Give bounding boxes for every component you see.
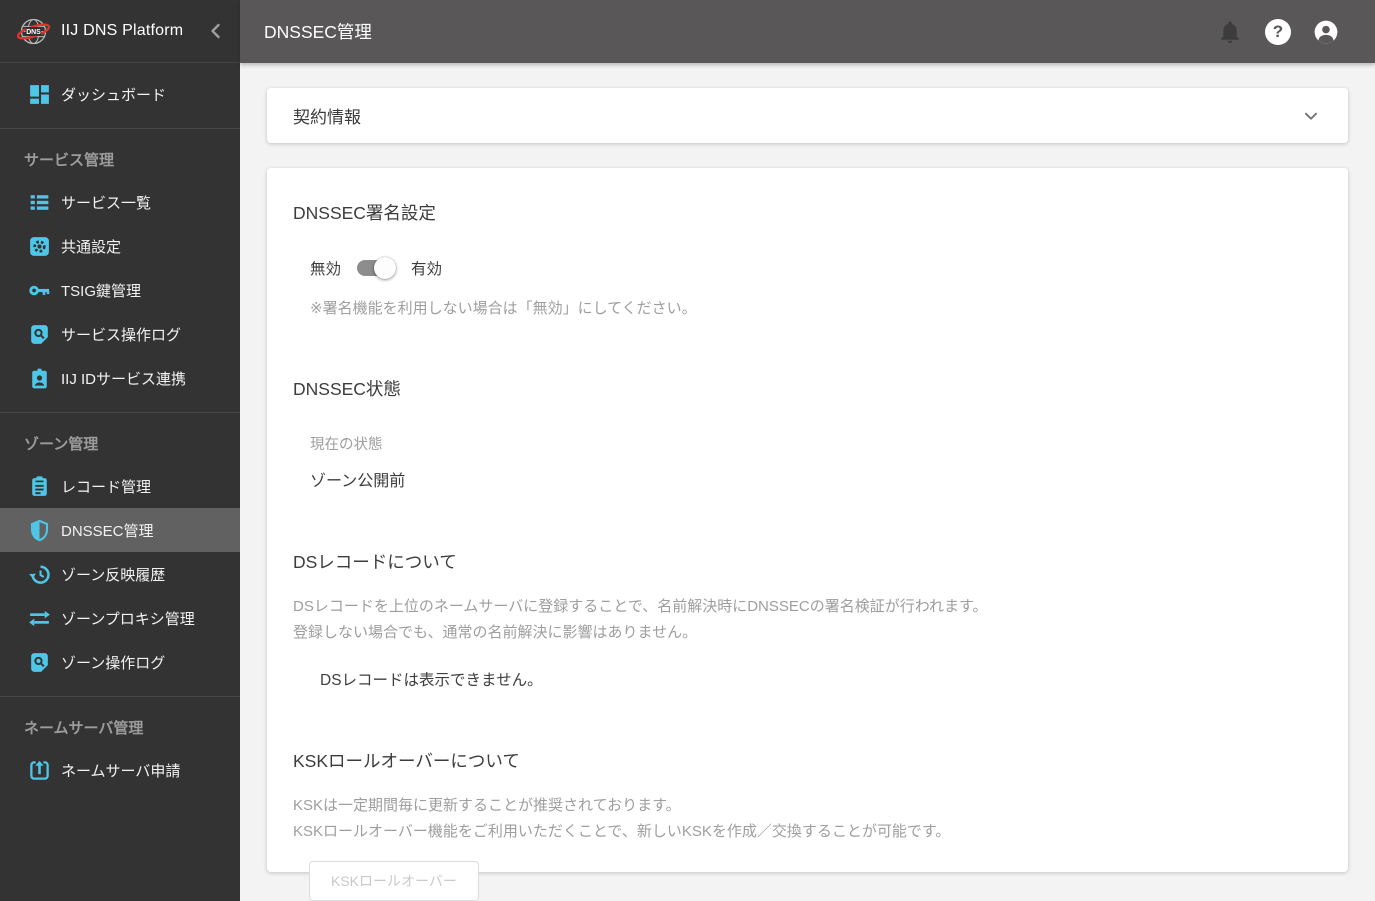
sidebar-item-label: TSIG鍵管理 [61, 282, 142, 300]
sidebar-item-nameserver-request[interactable]: ネームサーバ申請 [0, 748, 240, 792]
sidebar-item-record-mgmt[interactable]: レコード管理 [0, 464, 240, 508]
sidebar-item-service-list[interactable]: サービス一覧 [0, 180, 240, 224]
sidebar-item-label: 共通設定 [61, 238, 122, 256]
shield-icon [30, 519, 49, 541]
app-title: IIJ DNS Platform [61, 22, 184, 39]
signing-toggle-row: 無効 有効 [293, 257, 1322, 279]
help-icon[interactable]: ? [1265, 18, 1291, 45]
status-heading: DNSSEC状態 [293, 379, 401, 399]
sidebar-collapse-icon[interactable] [204, 19, 228, 43]
sidebar: DNS IIJ DNS Platform ダッシュボード サービス管理 サービス… [0, 0, 240, 901]
notifications-bell-icon[interactable] [1217, 19, 1243, 45]
log-search-icon [31, 652, 48, 672]
sidebar-item-dashboard[interactable]: ダッシュボード [0, 72, 240, 116]
signing-note: ※署名機能を利用しない場合は「無効」にしてください。 [310, 300, 697, 317]
ksk-line2: KSKロールオーバー機能をご利用いただくことで、新しいKSKを作成／交換すること… [293, 823, 951, 840]
svg-text:DNS: DNS [26, 28, 41, 35]
status-value: ゾーン公開前 [310, 473, 406, 490]
sidebar-item-zone-proxy[interactable]: ゾーンプロキシ管理 [0, 596, 240, 640]
ds-record-line1: DSレコードを上位のネームサーバに登録することで、名前解決時にDNSSECの署名… [293, 598, 988, 615]
sidebar-item-label: レコード管理 [61, 478, 152, 496]
sidebar-section-service: サービス管理 [24, 152, 115, 169]
ksk-rollover-button[interactable]: KSKロールオーバー [309, 861, 479, 901]
sidebar-item-label: ゾーン操作ログ [61, 654, 166, 672]
app-header: DNSSEC管理 ? [240, 0, 1375, 63]
chevron-down-icon[interactable] [1300, 105, 1322, 127]
key-icon [29, 285, 50, 295]
sidebar-item-label: DNSSEC管理 [61, 522, 154, 540]
swap-icon [29, 610, 50, 626]
sidebar-item-label: サービス操作ログ [61, 326, 182, 344]
clipboard-icon [32, 475, 47, 496]
contract-info-title: 契約情報 [293, 108, 361, 127]
sidebar-item-zone-log[interactable]: ゾーン操作ログ [0, 640, 240, 684]
ksk-description: KSKは一定期間毎に更新することが推奨されております。 KSKロールオーバー機能… [293, 793, 1322, 845]
sidebar-item-common-settings[interactable]: 共通設定 [0, 224, 240, 268]
sidebar-item-label: ネームサーバ申請 [61, 762, 181, 780]
history-icon [29, 565, 50, 584]
ds-record-line2: 登録しない場合でも、通常の名前解決に影響はありません。 [293, 624, 698, 641]
signing-heading: DNSSEC署名設定 [293, 203, 436, 223]
status-label: 現在の状態 [310, 437, 383, 453]
sidebar-item-label: ダッシュボード [61, 86, 167, 104]
account-icon[interactable] [1313, 19, 1339, 45]
sidebar-section-zone: ゾーン管理 [24, 436, 99, 453]
upload-box-icon [30, 760, 49, 780]
ksk-line1: KSKは一定期間毎に更新することが推奨されております。 [293, 797, 681, 814]
ds-record-description: DSレコードを上位のネームサーバに登録することで、名前解決時にDNSSECの署名… [293, 594, 1322, 646]
list-icon [30, 194, 49, 210]
sidebar-item-service-log[interactable]: サービス操作ログ [0, 312, 240, 356]
sidebar-item-dnssec-mgmt[interactable]: DNSSEC管理 [0, 508, 240, 552]
signing-toggle-switch[interactable] [356, 257, 397, 279]
settings-icon [30, 236, 49, 256]
ksk-heading: KSKロールオーバーについて [293, 751, 520, 771]
sidebar-item-label: ゾーンプロキシ管理 [61, 610, 195, 628]
sidebar-item-iij-id[interactable]: IIJ IDサービス連携 [0, 356, 240, 400]
dnssec-panel: DNSSEC署名設定 無効 有効 ※署名機能を利用しない場合は「無効」にしてくだ… [267, 168, 1348, 901]
toggle-thumb[interactable] [374, 257, 397, 279]
sidebar-item-zone-history[interactable]: ゾーン反映履歴 [0, 552, 240, 596]
header-actions: ? [1217, 18, 1339, 45]
sidebar-item-label: ゾーン反映履歴 [61, 566, 166, 584]
toggle-off-label: 無効 [310, 261, 342, 278]
toggle-on-label: 有効 [411, 261, 443, 278]
contract-info-panel[interactable]: 契約情報 [267, 88, 1348, 143]
ds-record-heading: DSレコードについて [293, 552, 457, 572]
sidebar-section-nameserver: ネームサーバ管理 [24, 720, 144, 737]
id-badge-icon [32, 368, 47, 388]
log-search-icon [31, 324, 48, 344]
page-title: DNSSEC管理 [264, 22, 372, 42]
sidebar-item-label: サービス一覧 [61, 194, 152, 212]
sidebar-item-tsig-keys[interactable]: TSIG鍵管理 [0, 268, 240, 312]
sidebar-item-label: IIJ IDサービス連携 [61, 370, 187, 388]
ds-record-message: DSレコードは表示できません。 [320, 672, 543, 689]
dashboard-icon [30, 84, 49, 104]
main-area: DNSSEC管理 ? 契約情報 DNSSEC署名設定 無効 有効 ※署名機能を利… [240, 0, 1375, 901]
dns-globe-logo: DNS [16, 18, 51, 44]
page-content: 契約情報 DNSSEC署名設定 無効 有効 ※署名機能を利用しない場合は「無効」… [240, 63, 1375, 901]
sidebar-header: DNS IIJ DNS Platform [0, 0, 240, 63]
